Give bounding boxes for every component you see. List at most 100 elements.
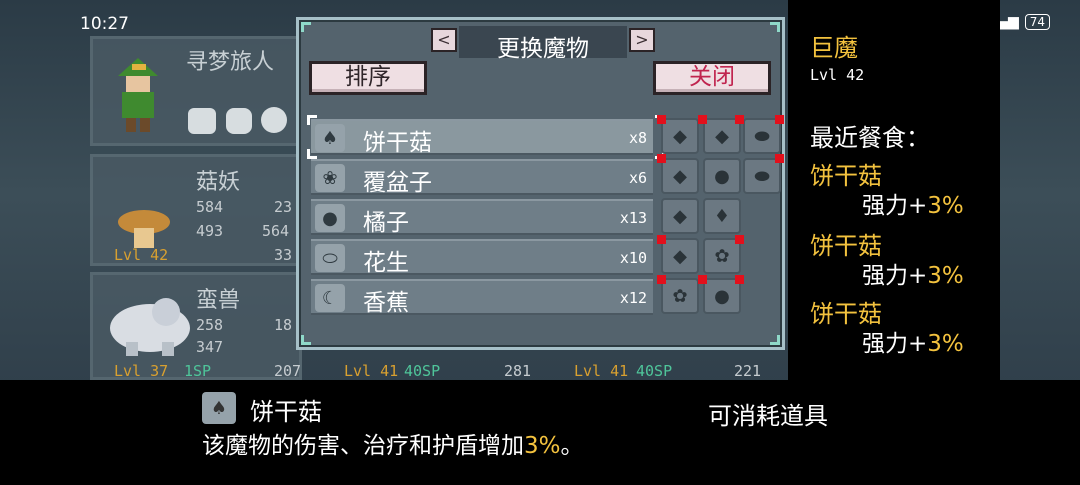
orange-icon: ● <box>315 204 345 232</box>
next-page-button[interactable]: > <box>629 28 655 52</box>
recent-food-bonus: 强力+3% <box>862 186 964 220</box>
mushroom-icon: ♠ <box>315 124 345 152</box>
new-marker <box>775 115 784 124</box>
food-name: 饼干菇 <box>363 130 432 156</box>
desc-prefix: 该魔物的伤害、治疗和护盾增加 <box>202 433 524 459</box>
bg-card-1-atk: 584 <box>196 198 224 216</box>
bg-card-2-sp: 1SP <box>184 362 212 380</box>
bg-card-top-name: 寻梦旅人 <box>186 50 275 75</box>
monster-level: Lvl 42 <box>810 66 865 84</box>
leaf-slot-icon[interactable]: ◆ <box>661 158 699 194</box>
bonus-label: 强力+ <box>862 263 928 289</box>
bg-card-1-v3: 33 <box>274 246 293 264</box>
frame-corner <box>301 22 311 32</box>
food-count: x12 <box>619 289 647 307</box>
bg-card-4-lvl: Lvl 41 <box>574 362 629 380</box>
frame-corner <box>770 335 780 345</box>
bonus-pct: 3% <box>927 331 964 357</box>
new-marker <box>735 275 744 284</box>
bg-card-1-v1: 23 <box>274 198 293 216</box>
bonus-label: 强力+ <box>862 193 928 219</box>
bg-card-2-name: 蛮兽 <box>196 288 241 313</box>
monster-name: 巨魔 <box>810 34 858 62</box>
food-list-item[interactable]: ❀ 覆盆子 x6 <box>311 159 653 196</box>
pear-slot-icon[interactable]: ♦ <box>703 198 741 234</box>
item-name: 饼干菇 <box>250 398 322 426</box>
bonus-pct: 3% <box>927 193 964 219</box>
frame-corner <box>301 335 311 345</box>
close-button[interactable]: 关闭 <box>653 61 771 95</box>
bg-card-2-hp: 347 <box>196 338 224 356</box>
monster-info-panel: 巨魔 Lvl 42 最近餐食： 饼干菇 强力+3% 饼干菇 强力+3% 饼干菇 … <box>788 0 1000 380</box>
selection-bracket <box>307 149 317 159</box>
bg-card-1-lvl: Lvl 42 <box>114 246 169 264</box>
new-marker <box>657 154 666 163</box>
recent-meals-title: 最近餐食： <box>810 124 930 152</box>
item-type: 可消耗道具 <box>708 402 828 430</box>
item-info-bar: ♠ 饼干菇 可消耗道具 该魔物的伤害、治疗和护盾增加3%。 <box>0 380 1080 485</box>
bonus-label: 强力+ <box>862 331 928 357</box>
desc-pct: 3% <box>524 433 561 459</box>
bg-card-3-lvl: Lvl 41 <box>344 362 399 380</box>
bg-card-1-v2: 564 <box>262 222 290 240</box>
raspberry-icon: ❀ <box>315 164 345 192</box>
bg-card-2-atk: 258 <box>196 316 224 334</box>
mushroom-icon: ♠ <box>202 392 236 424</box>
food-name: 橘子 <box>363 210 409 236</box>
change-monster-dialog: < 更换魔物 > 排序 关闭 ♠ 饼干菇 x8 ❀ 覆盆子 x6 ● 橘子 x1… <box>296 17 785 350</box>
dialog-header: 更换魔物 <box>459 26 627 62</box>
sort-button[interactable]: 排序 <box>309 61 427 95</box>
carrot-slot-icon[interactable]: ◆ <box>661 198 699 234</box>
recent-food-bonus: 强力+3% <box>862 324 964 358</box>
recent-food-bonus: 强力+3% <box>862 256 964 290</box>
bg-card-4-val: 221 <box>734 362 762 380</box>
bg-card-3-sp: 40SP <box>404 362 441 380</box>
bg-card-3-val: 281 <box>504 362 532 380</box>
mushroom-monster-sprite <box>118 210 170 248</box>
new-marker <box>657 275 666 284</box>
status-time: 10:27 <box>80 14 129 34</box>
new-marker <box>735 115 744 124</box>
bg-card-1-name: 菇妖 <box>196 170 241 195</box>
banana-icon: ☾ <box>315 284 345 312</box>
food-name: 覆盆子 <box>363 170 432 196</box>
item-description: 该魔物的伤害、治疗和护盾增加3%。 <box>202 426 584 460</box>
bonus-pct: 3% <box>927 263 964 289</box>
new-marker <box>735 235 744 244</box>
new-marker <box>698 115 707 124</box>
food-list-item[interactable]: ☾ 香蕉 x12 <box>311 279 653 316</box>
grape-slot-icon[interactable]: ✿ <box>661 278 699 314</box>
bg-card-1-hp: 493 <box>196 222 224 240</box>
desc-suffix: 。 <box>560 433 584 459</box>
food-list-item[interactable]: ⬭ 花生 x10 <box>311 239 653 276</box>
prev-page-button[interactable]: < <box>431 28 457 52</box>
new-marker <box>657 115 666 124</box>
battery-indicator: 74 <box>1024 14 1050 30</box>
food-list-item[interactable]: ● 橘子 x13 <box>311 199 653 236</box>
peanut-icon: ⬭ <box>315 244 345 272</box>
orange-slot-icon[interactable]: ● <box>703 158 741 194</box>
bg-card-2-v3: 207 <box>274 362 302 380</box>
new-marker <box>698 275 707 284</box>
leaf-slot-icon[interactable]: ◆ <box>661 238 699 274</box>
new-marker <box>657 235 666 244</box>
peanut-slot-icon[interactable]: ⬬ <box>743 158 781 194</box>
food-name: 香蕉 <box>363 290 409 316</box>
food-list-item[interactable]: ♠ 饼干菇 x8 <box>311 119 653 156</box>
bg-card-4-sp: 40SP <box>636 362 673 380</box>
bg-card-2-v1: 18 <box>274 316 293 334</box>
bg-card-2-lvl: Lvl 37 <box>114 362 169 380</box>
food-count: x6 <box>628 169 647 187</box>
new-marker <box>775 154 784 163</box>
frame-corner <box>770 22 780 32</box>
wanderer-sprite <box>118 58 158 132</box>
dialog-title: 更换魔物 <box>497 36 589 62</box>
food-name: 花生 <box>363 250 409 276</box>
carrot-slot-icon[interactable]: ◆ <box>661 118 699 154</box>
bg-stat-icons <box>188 107 287 134</box>
selection-bracket <box>307 115 317 125</box>
beast-monster-sprite <box>110 298 190 356</box>
food-count: x10 <box>619 249 647 267</box>
food-count: x13 <box>619 209 647 227</box>
food-count: x8 <box>628 129 647 147</box>
